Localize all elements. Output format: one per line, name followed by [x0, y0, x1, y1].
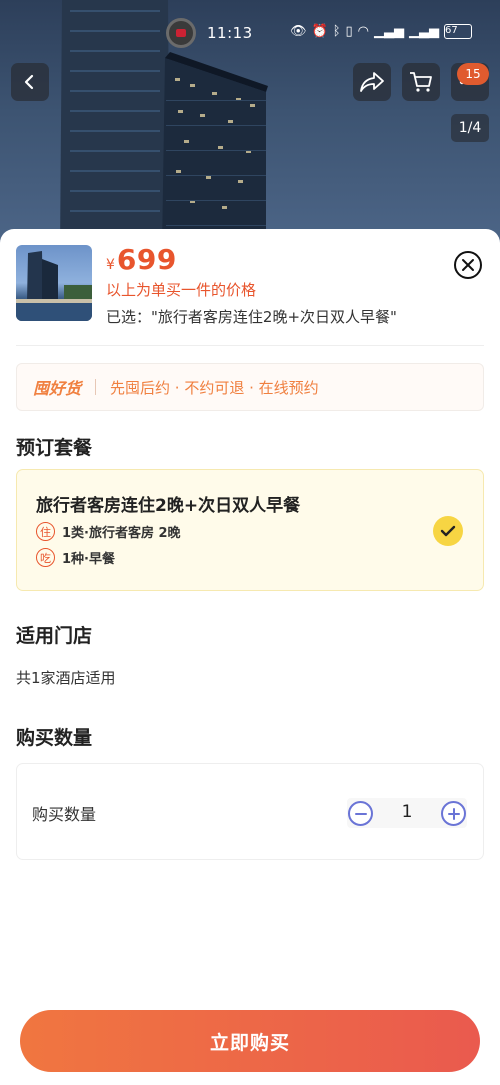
selected-option-text: 已选："旅行者客房连住2晚+次日双人早餐"	[106, 308, 397, 326]
cart-icon	[410, 72, 432, 92]
meal-tag: 吃	[36, 548, 55, 567]
back-button[interactable]	[11, 63, 49, 101]
eye-icon: 👁	[290, 24, 307, 39]
share-icon	[360, 72, 384, 92]
quantity-stepper: 1	[347, 798, 467, 828]
quantity-value[interactable]: 1	[392, 802, 422, 822]
status-icons: 👁 ⏰ ᛒ ▯ ◠ ▁▃▅ ▁▃▅ 67	[290, 24, 473, 39]
bluetooth-icon: ᛒ	[332, 24, 341, 39]
package-option[interactable]: 旅行者客房连住2晚+次日双人早餐 住 1类·旅行者客房 2晚 吃 1种·早餐	[16, 469, 484, 591]
wifi-icon: ◠	[357, 24, 370, 39]
package-detail-meal: 吃 1种·早餐	[36, 548, 115, 567]
quantity-card: 购买数量 1	[16, 763, 484, 860]
guarantee-banner: 囤好货 先囤后约 · 不约可退 · 在线预约	[16, 363, 484, 411]
store-section-title: 适用门店	[16, 625, 93, 647]
vibrate-icon: ▯	[345, 24, 353, 39]
quantity-label: 购买数量	[32, 805, 97, 824]
alarm-icon: ⏰	[311, 24, 328, 39]
5g-signal-icon: ▁▃▅	[409, 24, 440, 39]
image-pager: 1/4	[451, 114, 489, 142]
hotel-thumbnail-image	[16, 251, 92, 321]
close-button[interactable]	[454, 251, 482, 279]
increase-quantity-button[interactable]	[441, 801, 466, 826]
battery-icon: 67	[444, 24, 473, 39]
decrease-quantity-button[interactable]	[348, 801, 373, 826]
store-count-text: 共1家酒店适用	[16, 669, 116, 687]
price-note: 以上为单买一件的价格	[106, 281, 257, 299]
package-name: 旅行者客房连住2晚+次日双人早餐	[36, 496, 301, 516]
cart-button[interactable]	[402, 63, 440, 101]
selected-check-icon	[433, 516, 463, 546]
price-value: 699	[116, 243, 177, 276]
purchase-sheet: ¥ 699 以上为单买一件的价格 已选："旅行者客房连住2晚+次日双人早餐" 囤…	[0, 229, 500, 1085]
app-avatar-icon	[166, 18, 196, 48]
divider	[16, 345, 484, 346]
guarantee-text: 先囤后约 · 不约可退 · 在线预约	[110, 378, 319, 397]
package-detail-stay: 住 1类·旅行者客房 2晚	[36, 522, 181, 541]
status-time: 11:13	[207, 24, 253, 42]
cart-count-badge: 15	[457, 63, 489, 85]
package-section-title: 预订套餐	[16, 437, 93, 459]
status-bar: 11:13 👁 ⏰ ᛒ ▯ ◠ ▁▃▅ ▁▃▅ 67	[0, 18, 500, 50]
plus-icon	[447, 807, 460, 820]
5g-signal-icon: ▁▃▅	[374, 24, 405, 39]
buy-now-button[interactable]: 立即购买	[20, 1010, 480, 1072]
meal-detail-text: 1种·早餐	[62, 552, 115, 567]
guarantee-separator	[95, 379, 97, 395]
quantity-section-title: 购买数量	[16, 727, 93, 749]
chevron-left-icon	[24, 74, 34, 90]
close-icon	[462, 259, 474, 271]
stay-tag: 住	[36, 522, 55, 541]
product-thumbnail	[16, 245, 92, 321]
minus-icon	[354, 812, 367, 815]
stay-detail-text: 1类·旅行者客房 2晚	[62, 526, 181, 541]
share-button[interactable]	[353, 63, 391, 101]
price: ¥ 699	[106, 243, 177, 276]
currency-symbol: ¥	[106, 257, 115, 273]
guarantee-logo: 囤好货	[33, 379, 82, 398]
